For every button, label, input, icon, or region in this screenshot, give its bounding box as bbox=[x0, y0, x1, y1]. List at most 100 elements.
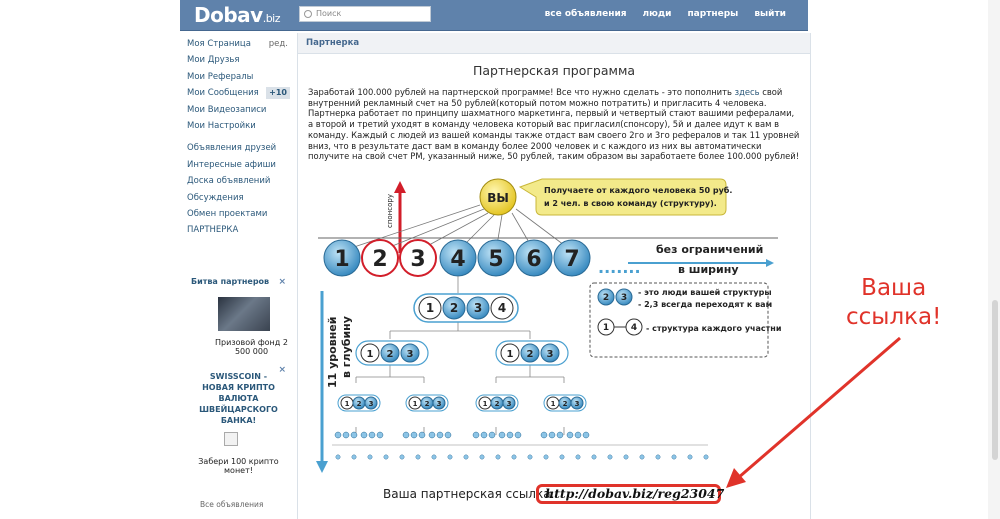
nav-people[interactable]: люди bbox=[643, 9, 672, 19]
sidebar-item-settings[interactable]: Мои Настройки bbox=[187, 118, 292, 134]
row-circle-1: 1 bbox=[334, 247, 349, 272]
page-description: Заработай 100.000 рублей на партнерской … bbox=[308, 87, 801, 162]
l4b-circle-1: 1 bbox=[413, 400, 418, 408]
sidebar-item-referrals[interactable]: Мои Рефералы bbox=[187, 69, 292, 85]
search-input[interactable]: Поиск bbox=[299, 6, 431, 22]
l3a-circle-1: 1 bbox=[367, 349, 374, 360]
sidebar-footer-link[interactable]: Все объявления bbox=[200, 500, 263, 509]
topup-link[interactable]: здесь bbox=[735, 87, 760, 97]
l4d-circle-3: 3 bbox=[575, 400, 580, 408]
promo-battle-caption: Призовой фонд 2 500 000 bbox=[187, 338, 290, 356]
sub-circle-4: 4 bbox=[498, 301, 506, 315]
sidebar-item-messages[interactable]: Мои Сообщения +10 bbox=[187, 85, 292, 101]
sidebar-item-label: Обмен проектами bbox=[187, 208, 268, 219]
l3a-circle-3: 3 bbox=[407, 349, 414, 360]
edit-link[interactable]: ред. bbox=[269, 36, 288, 52]
promo-text: Призовой фонд 2 500 000 bbox=[215, 338, 288, 356]
row-circle-7: 7 bbox=[564, 247, 579, 272]
promo-text: Забери 100 крипто монет! bbox=[198, 457, 279, 475]
sidebar-item-label: Моя Страница bbox=[187, 39, 251, 49]
referral-label: Ваша партнерская ссылка: bbox=[383, 487, 555, 501]
promo-image[interactable] bbox=[218, 297, 270, 331]
nav-logout[interactable]: выйти bbox=[754, 9, 786, 19]
l4a-circle-2: 2 bbox=[357, 400, 362, 408]
search-placeholder: Поиск bbox=[316, 9, 342, 18]
page-title: Партнерская программа bbox=[472, 63, 636, 78]
svg-text:3: 3 bbox=[621, 293, 627, 303]
sidebar-item-videos[interactable]: Мои Видеозаписи bbox=[187, 102, 292, 118]
search-icon bbox=[304, 10, 312, 18]
sidebar-item-projects[interactable]: Обмен проектами bbox=[187, 206, 292, 222]
logo-suffix: .biz bbox=[262, 12, 281, 25]
l3b-circle-1: 1 bbox=[507, 349, 514, 360]
message-count-badge: +10 bbox=[266, 87, 290, 100]
annotation-text: Ваша ссылка! bbox=[846, 274, 941, 332]
close-icon[interactable]: × bbox=[278, 277, 286, 287]
sidebar-item-board[interactable]: Доска объявлений bbox=[187, 173, 292, 189]
sidebar-item-friends[interactable]: Мои Друзья bbox=[187, 52, 292, 68]
broken-image-icon bbox=[224, 432, 238, 446]
sidebar-item-label: Мои Настройки bbox=[187, 120, 256, 131]
row-circle-6: 6 bbox=[526, 247, 541, 272]
sidebar-item-label: Мои Сообщения bbox=[187, 88, 259, 99]
depth-label-2: в глубину bbox=[340, 316, 353, 378]
sidebar-item-partnerka[interactable]: ПАРТНЕРКА bbox=[187, 222, 292, 238]
sidebar-item-discussions[interactable]: Обсуждения bbox=[187, 190, 292, 206]
sidebar-item-label: Мои Видеозаписи bbox=[187, 104, 267, 115]
logo-text: Dobav bbox=[194, 3, 263, 27]
sidebar-item-label: Обсуждения bbox=[187, 192, 244, 203]
sponsor-label: спонсору bbox=[386, 194, 394, 228]
row-circle-5: 5 bbox=[488, 247, 503, 272]
promo-swisscoin[interactable]: × SWISSCOIN - НОВАЯ КРИПТО ВАЛЮТА ШВЕЙЦА… bbox=[187, 365, 290, 426]
unlimited-label-1: без ограничений bbox=[656, 243, 763, 256]
annotation-line-1: Ваша bbox=[861, 275, 927, 301]
sub-circle-1: 1 bbox=[426, 301, 434, 315]
scrollbar-thumb[interactable] bbox=[992, 300, 998, 460]
sidebar-item-label: Объявления друзей bbox=[187, 143, 277, 154]
l4c-circle-1: 1 bbox=[483, 400, 488, 408]
depth-label-1: 11 уровней bbox=[326, 317, 339, 388]
legend-line-2: - 2,3 всегда переходят к вам bbox=[638, 300, 772, 309]
nav-all-ads[interactable]: все объявления bbox=[545, 9, 627, 19]
sidebar-item-label: ПАРТНЕРКА bbox=[187, 225, 239, 236]
annotation-line-2: ссылка! bbox=[846, 304, 942, 330]
row-circle-3: 3 bbox=[410, 247, 425, 272]
l4a-circle-1: 1 bbox=[345, 400, 350, 408]
l4c-circle-2: 2 bbox=[495, 400, 500, 408]
l4a-circle-3: 3 bbox=[369, 400, 374, 408]
sidebar-item-label: Мои Рефералы bbox=[187, 71, 254, 82]
breadcrumb: Партнерка bbox=[298, 33, 810, 54]
l4b-circle-3: 3 bbox=[437, 400, 442, 408]
sidebar-item-label: Доска объявлений bbox=[187, 176, 271, 187]
row-dots: ....... bbox=[598, 258, 641, 277]
referral-link[interactable]: http://dobav.biz/reg23047 bbox=[536, 484, 724, 504]
callout-line-1: Получаете от каждого человека 50 руб. bbox=[544, 185, 732, 195]
close-icon[interactable]: × bbox=[278, 365, 286, 375]
row-circle-4: 4 bbox=[450, 247, 465, 272]
promo-title: SWISSCOIN - НОВАЯ КРИПТО ВАЛЮТА ШВЕЙЦАРС… bbox=[199, 372, 278, 425]
promo-battle[interactable]: Битва партнеров × bbox=[187, 277, 290, 287]
l4b-circle-2: 2 bbox=[425, 400, 430, 408]
svg-text:2: 2 bbox=[603, 293, 609, 303]
svg-text:4: 4 bbox=[631, 323, 637, 333]
description-text-cont: свой внутренний рекламный счет на 50 руб… bbox=[308, 87, 800, 162]
sidebar-item-my-page[interactable]: Моя Страница ред. bbox=[187, 36, 292, 52]
site-logo[interactable]: Dobav.biz bbox=[194, 3, 281, 27]
partner-structure-diagram: ВЫ Получаете от каждого человека 50 руб.… bbox=[308, 173, 782, 486]
sidebar-item-posters[interactable]: Интересные афиши bbox=[187, 157, 292, 173]
svg-text:1: 1 bbox=[603, 323, 609, 333]
promo-swisscoin-caption: Забери 100 крипто монет! bbox=[187, 457, 290, 475]
l4d-circle-1: 1 bbox=[551, 400, 556, 408]
sidebar-item-label: Интересные афиши bbox=[187, 159, 276, 170]
top-bar: Dobav.biz Поиск все объявления люди парт… bbox=[180, 0, 808, 31]
row-circle-2: 2 bbox=[372, 247, 387, 272]
l3a-circle-2: 2 bbox=[387, 349, 394, 360]
sidebar-item-friends-ads[interactable]: Объявления друзей bbox=[187, 140, 292, 156]
l4d-circle-2: 2 bbox=[563, 400, 568, 408]
callout-line-2: и 2 чел. в свою команду (структуру). bbox=[544, 199, 717, 208]
nav-partners[interactable]: партнеры bbox=[687, 9, 738, 19]
legend-line-1: - это люди вашей структуры bbox=[638, 288, 772, 297]
top-nav: все объявления люди партнеры выйти bbox=[545, 9, 786, 19]
l4c-circle-3: 3 bbox=[507, 400, 512, 408]
unlimited-label-2: в ширину bbox=[678, 263, 739, 276]
